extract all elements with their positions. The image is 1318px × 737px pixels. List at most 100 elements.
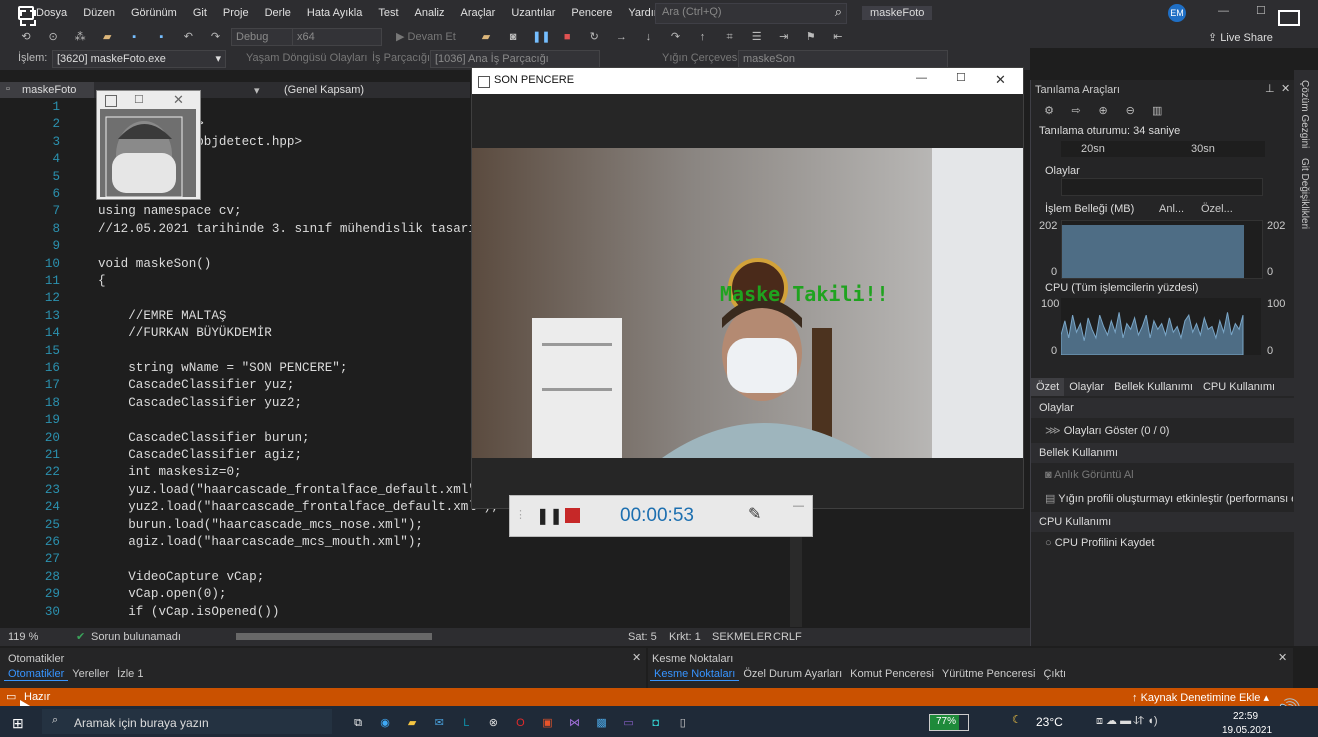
diagnostics-tab[interactable]: CPU Kullanımı xyxy=(1198,378,1280,396)
zoom-level[interactable]: 119 % xyxy=(8,631,38,643)
zoom-out-icon[interactable]: ⊖ xyxy=(1122,103,1138,119)
code-line[interactable]: { xyxy=(98,274,106,288)
new-project-icon[interactable]: ⁂ xyxy=(72,29,88,45)
edge-icon[interactable]: ◉ xyxy=(377,715,393,731)
scope-dropdown[interactable]: (Genel Kapsam) xyxy=(284,84,364,96)
xbox-icon[interactable]: ⊗ xyxy=(485,715,501,731)
hex-icon[interactable]: ⌗ xyxy=(722,29,738,45)
son-pencere-window[interactable]: SON PENCERE — ☐ ✕ Maske Takili!! xyxy=(471,67,1024,509)
panel-tab[interactable]: Otomatikler xyxy=(4,668,69,681)
heap-profile-link[interactable]: ▤ Yığın profili oluşturmayı etkinleştir … xyxy=(1045,492,1293,505)
process-dropdown[interactable]: [3620] maskeFoto.exe ▾ xyxy=(52,50,226,68)
avatar[interactable]: EM xyxy=(1168,4,1186,22)
fullscreen-icon[interactable] xyxy=(1278,10,1300,26)
live-share-button[interactable]: ⇪ Live Share xyxy=(1208,31,1273,44)
panel-tab[interactable]: Çıktı xyxy=(1039,668,1070,680)
code-line[interactable]: void maskeSon() xyxy=(98,257,211,271)
diagnostics-tab[interactable]: Özet xyxy=(1031,378,1065,396)
maximize-icon[interactable]: ☐ xyxy=(1256,4,1266,17)
config-dropdown[interactable]: Debug xyxy=(231,28,295,46)
indent-mode[interactable]: SEKMELER xyxy=(712,631,772,643)
document-tab[interactable]: ▫ maskeFoto xyxy=(0,82,94,98)
menu-item[interactable]: Proje xyxy=(215,0,257,26)
visual-studio-icon[interactable]: ⋈ xyxy=(567,715,583,731)
timeline-ruler[interactable]: 20sn 30sn xyxy=(1061,141,1265,157)
diagnostics-tab[interactable]: Bellek Kullanımı xyxy=(1109,378,1198,396)
undo-icon[interactable]: ↶ xyxy=(180,29,196,45)
code-line[interactable]: using namespace cv; xyxy=(98,204,242,218)
search-icon[interactable]: ⌕ xyxy=(835,4,842,20)
thread-dropdown[interactable]: [1036] Ana İş Parçacığı xyxy=(430,50,600,68)
code-line[interactable]: CascadeClassifier burun; xyxy=(98,431,309,445)
menu-item[interactable]: Analiz xyxy=(407,0,453,26)
battery-meter[interactable]: 77% xyxy=(929,714,969,731)
save-all-icon[interactable]: ▪ xyxy=(153,29,169,45)
code-line[interactable]: CascadeClassifier agiz; xyxy=(98,448,302,462)
window-app-icon[interactable]: ▯ xyxy=(675,715,691,731)
cpu-profile-link[interactable]: ○ CPU Profilini Kaydet xyxy=(1045,537,1154,549)
menu-item[interactable]: Hata Ayıkla xyxy=(299,0,370,26)
office-icon[interactable]: ▣ xyxy=(539,715,555,731)
chart-icon[interactable]: ▥ xyxy=(1149,103,1165,119)
code-line[interactable]: //12.05.2021 tarihinde 3. sınıf mühendis… xyxy=(98,222,483,236)
app-l-icon[interactable]: L xyxy=(458,715,474,731)
code-line[interactable]: int maskesiz=0; xyxy=(98,465,241,479)
diagnostics-tab[interactable]: Olaylar xyxy=(1064,378,1109,396)
close-icon[interactable]: ✕ xyxy=(173,92,184,108)
side-tab-solution-explorer[interactable]: Çözüm Gezgini xyxy=(1299,80,1310,148)
file-explorer-icon[interactable]: ▰ xyxy=(404,715,420,731)
minimize-icon[interactable]: — xyxy=(1218,5,1229,17)
code-line[interactable]: burun.load("haarcascade_mcs_nose.xml"); xyxy=(98,518,423,532)
close-icon[interactable]: ✕ xyxy=(1281,82,1290,95)
face-crop-window[interactable]: ☐ ✕ xyxy=(96,90,201,200)
maximize-icon[interactable]: ☐ xyxy=(956,71,966,84)
minimize-icon[interactable]: — xyxy=(916,72,927,84)
back-icon[interactable]: ⟲ xyxy=(18,29,34,45)
code-editor[interactable]: 1eam>2v2/opencv.hpp>3v2\objdetect\objdet… xyxy=(0,98,499,628)
weather-icon[interactable]: ☾ xyxy=(1012,713,1022,726)
panel-tab[interactable]: Yürütme Penceresi xyxy=(938,668,1040,680)
open-icon[interactable]: ▰ xyxy=(99,29,115,45)
close-icon[interactable]: ✕ xyxy=(632,651,641,664)
memory-header[interactable]: İşlem Belleği (MB) xyxy=(1045,203,1134,215)
code-line[interactable]: CascadeClassifier yuz; xyxy=(98,378,294,392)
settings-icon[interactable]: ⚙ xyxy=(1041,103,1057,119)
photos-icon[interactable]: ▩ xyxy=(594,715,610,731)
folder-icon[interactable]: ▰ xyxy=(478,29,494,45)
redo-icon[interactable]: ↷ xyxy=(207,29,223,45)
windows-start-icon[interactable]: ⊞ xyxy=(12,715,24,732)
camera-app-icon[interactable]: ◘ xyxy=(648,715,664,731)
menu-item[interactable]: Pencere xyxy=(563,0,620,26)
side-tab-git-changes[interactable]: Git Değişiklikleri xyxy=(1299,158,1310,229)
panel-tab[interactable]: İzle 1 xyxy=(113,668,147,680)
events-header[interactable]: Olaylar xyxy=(1045,165,1080,177)
search-box[interactable]: Ara (Ctrl+Q) ⌕ xyxy=(655,3,847,24)
close-icon[interactable]: ✕ xyxy=(1278,651,1287,664)
horizontal-scrollbar[interactable] xyxy=(236,633,432,640)
cpu-header[interactable]: CPU (Tüm işlemcilerin yüzdesi) xyxy=(1045,282,1198,294)
outdent-icon[interactable]: ⇤ xyxy=(830,29,846,45)
pause-icon[interactable]: ❚❚ xyxy=(532,29,550,45)
code-line[interactable]: yuz2.load("haarcascade_frontalface_defau… xyxy=(98,500,498,514)
bookmark-icon[interactable]: ⚑ xyxy=(803,29,819,45)
code-line[interactable]: yuz.load("haarcascade_frontalface_defaul… xyxy=(98,483,491,497)
code-line[interactable]: if (vCap.isOpened()) xyxy=(98,605,279,619)
tray-icons[interactable]: ⧈ ☁ ▬ ⇵ ◖) xyxy=(1096,714,1158,728)
stop-button[interactable] xyxy=(565,508,580,523)
camera-icon[interactable]: ◙ xyxy=(505,29,521,45)
source-control-button[interactable]: ↑ Kaynak Denetimine Ekle ▴ xyxy=(1132,691,1269,704)
opera-icon[interactable]: O xyxy=(512,715,528,731)
drag-handle-icon[interactable]: ⋮ xyxy=(515,508,526,521)
line-endings[interactable]: CRLF xyxy=(773,631,802,643)
code-line[interactable]: //EMRE MALTAŞ xyxy=(98,309,226,323)
stop-icon[interactable]: ■ xyxy=(559,29,575,45)
continue-button[interactable]: ▶ Devam Et xyxy=(396,30,456,43)
window-titlebar[interactable]: SON PENCERE — ☐ ✕ xyxy=(472,68,1023,94)
menu-item[interactable]: Git xyxy=(185,0,215,26)
menu-item[interactable]: Derle xyxy=(257,0,299,26)
menu-item[interactable]: Uzantılar xyxy=(503,0,563,26)
maximize-icon[interactable]: ☐ xyxy=(134,93,144,106)
code-line[interactable]: VideoCapture vCap; xyxy=(98,570,264,584)
close-icon[interactable]: ✕ xyxy=(995,72,1006,88)
show-events-link[interactable]: ⋙ Olayları Göster (0 / 0) xyxy=(1045,424,1169,437)
